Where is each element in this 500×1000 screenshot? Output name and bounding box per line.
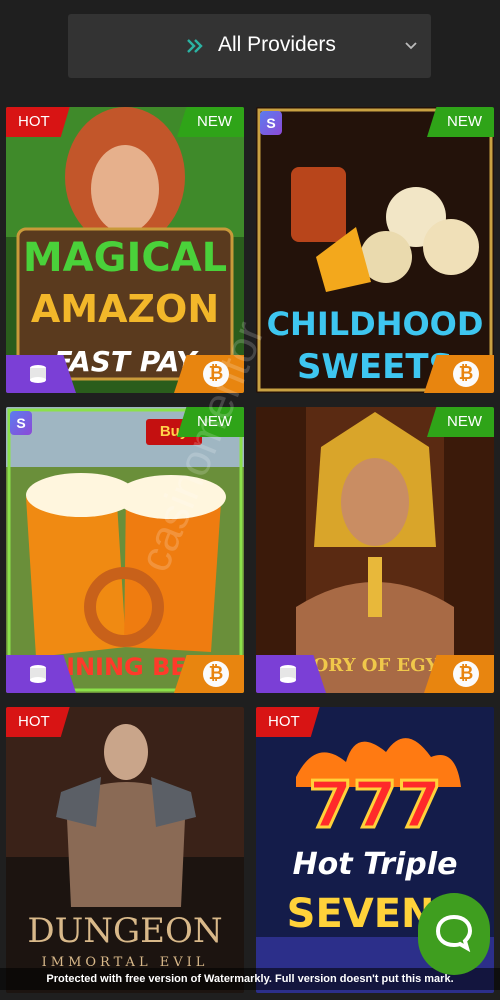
game-title-line2: AMAZON [30,287,220,331]
game-tile-childhood-sweets[interactable]: CHILDHOOD SWEETS S NEW ₿ [256,107,494,393]
provider-logo: S [10,411,32,435]
game-tile-glory-of-egypt[interactable]: GLORY OF EGYPT NEW ₿ [256,407,494,693]
new-badge: NEW [177,107,244,137]
hot-badge: HOT [6,707,70,737]
game-tile-magical-amazon[interactable]: MAGICAL AMAZON FAST PAY HOT NEW ₿ [6,107,244,393]
live-chat-button[interactable] [418,893,490,975]
new-badge: NEW [427,407,494,437]
game-art [256,407,494,693]
watermark-notice: Protected with free version of Watermark… [0,968,500,990]
hot-badge: HOT [6,107,70,137]
hot-badge: HOT [256,707,320,737]
game-title: Hot Triple [292,847,458,882]
game-title: DUNGEON [27,911,223,951]
chevron-down-icon [403,38,419,54]
game-title: CHILDHOOD [266,305,484,343]
provider-chevrons-icon [180,28,210,64]
providers-dropdown[interactable]: All Providers [68,14,431,78]
providers-dropdown-label: All Providers [218,33,336,56]
game-title: MAGICAL [22,235,228,281]
svg-text:777: 777 [308,769,442,843]
provider-logo: S [260,111,282,135]
game-tile-dungeon[interactable]: DUNGEON IMMORTAL EVIL HOT [6,707,244,993]
chat-bubble-icon [434,912,474,957]
new-badge: NEW [427,107,494,137]
